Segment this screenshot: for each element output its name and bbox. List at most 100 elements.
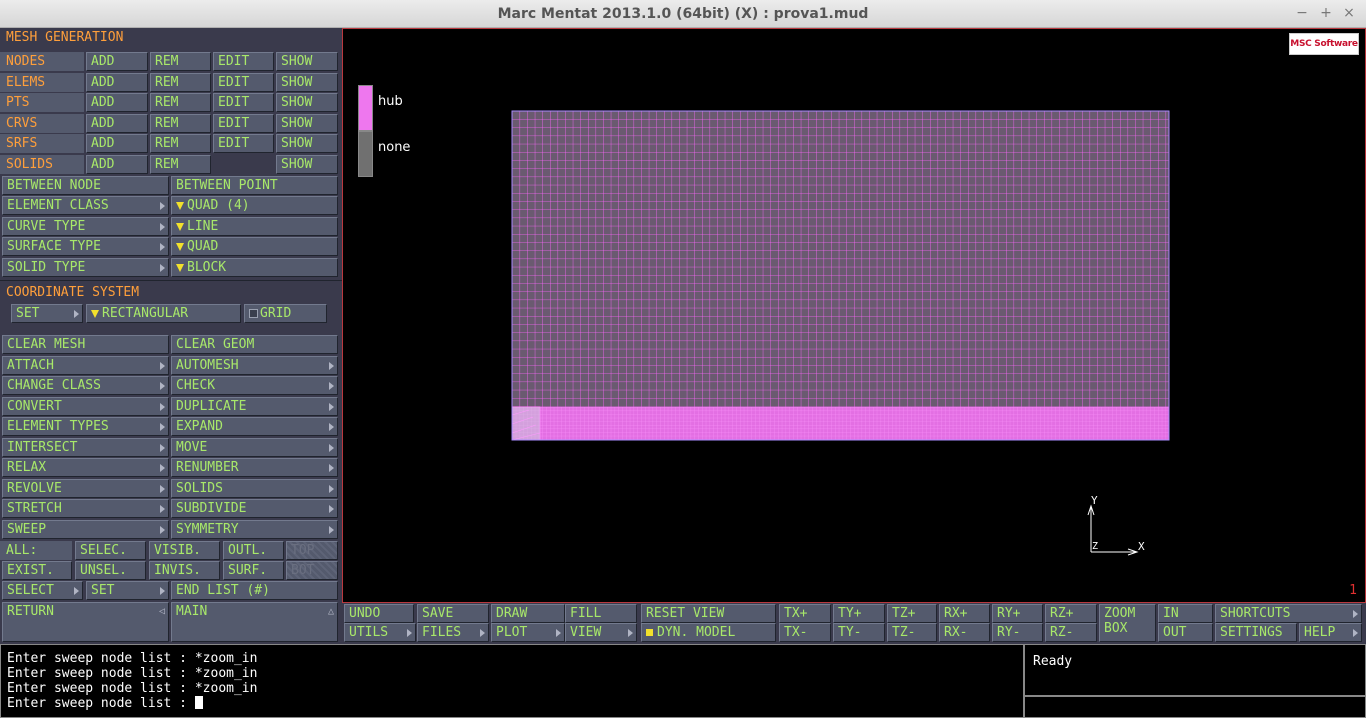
solids-rem-button[interactable]: REM bbox=[150, 155, 211, 174]
plot-button[interactable]: PLOT bbox=[491, 623, 565, 642]
all-visib-button[interactable]: VISIB. bbox=[149, 541, 220, 560]
zoom-box-button[interactable]: ZOOM BOX bbox=[1099, 604, 1156, 642]
files-button[interactable]: FILES bbox=[417, 623, 489, 642]
all-invis-button[interactable]: INVIS. bbox=[149, 561, 220, 580]
all-outl-button[interactable]: OUTL. bbox=[223, 541, 284, 560]
main-button[interactable]: MAIN △ bbox=[171, 602, 338, 642]
crvs-add-button[interactable]: ADD bbox=[86, 114, 148, 133]
between-point-button[interactable]: BETWEEN POINT bbox=[171, 176, 338, 195]
rz-minus-button[interactable]: RZ- bbox=[1045, 623, 1097, 642]
draw-button[interactable]: DRAW bbox=[491, 604, 565, 623]
set-button[interactable]: SET bbox=[86, 581, 169, 600]
crvs-show-button[interactable]: SHOW bbox=[276, 114, 338, 133]
element-class-dropdown[interactable]: QUAD (4) bbox=[171, 196, 338, 215]
ry-plus-button[interactable]: RY+ bbox=[992, 604, 1043, 623]
between-node-button[interactable]: BETWEEN NODE bbox=[2, 176, 169, 195]
solid-type-dropdown[interactable]: BLOCK bbox=[171, 258, 338, 277]
all-unsel-button[interactable]: UNSEL. bbox=[75, 561, 146, 580]
command-input[interactable]: Enter sweep node list : bbox=[7, 696, 1017, 711]
pts-show-button[interactable]: SHOW bbox=[276, 93, 338, 112]
all-surf-button[interactable]: SURF. bbox=[223, 561, 284, 580]
help-button[interactable]: HELP bbox=[1299, 623, 1362, 642]
surface-type-button[interactable]: SURFACE TYPE bbox=[2, 237, 169, 256]
tx-plus-button[interactable]: TX+ bbox=[779, 604, 831, 623]
coord-set-button[interactable]: SET bbox=[11, 304, 83, 323]
select-button[interactable]: SELECT bbox=[2, 581, 83, 600]
srfs-show-button[interactable]: SHOW bbox=[276, 134, 338, 153]
crvs-rem-button[interactable]: REM bbox=[150, 114, 211, 133]
tx-minus-button[interactable]: TX- bbox=[779, 623, 831, 642]
ry-minus-button[interactable]: RY- bbox=[992, 623, 1043, 642]
curve-type-dropdown[interactable]: LINE bbox=[171, 217, 338, 236]
return-button[interactable]: RETURN ◁ bbox=[2, 602, 169, 642]
pts-rem-button[interactable]: REM bbox=[150, 93, 211, 112]
solids-add-button[interactable]: ADD bbox=[86, 155, 148, 174]
surface-type-dropdown[interactable]: QUAD bbox=[171, 237, 338, 256]
elems-edit-button[interactable]: EDIT bbox=[213, 73, 274, 92]
subdivide-button[interactable]: SUBDIVIDE bbox=[171, 499, 338, 518]
revolve-button[interactable]: REVOLVE bbox=[2, 479, 169, 498]
fill-button[interactable]: FILL bbox=[565, 604, 637, 623]
srfs-edit-button[interactable]: EDIT bbox=[213, 134, 274, 153]
zoom-in-button[interactable]: IN bbox=[1158, 604, 1213, 623]
srfs-rem-button[interactable]: REM bbox=[150, 134, 211, 153]
graphics-viewport[interactable]: hub none MSC Software Y X Z 1 bbox=[342, 28, 1366, 603]
undo-button[interactable]: UNDO bbox=[344, 604, 414, 623]
convert-button[interactable]: CONVERT bbox=[2, 397, 169, 416]
tz-minus-button[interactable]: TZ- bbox=[887, 623, 937, 642]
save-button[interactable]: SAVE bbox=[417, 604, 489, 623]
nodes-edit-button[interactable]: EDIT bbox=[213, 52, 274, 71]
curve-type-button[interactable]: CURVE TYPE bbox=[2, 217, 169, 236]
utils-button[interactable]: UTILS bbox=[344, 623, 416, 642]
element-class-button[interactable]: ELEMENT CLASS bbox=[2, 196, 169, 215]
coord-grid-toggle[interactable]: GRID bbox=[244, 304, 327, 323]
clear-mesh-button[interactable]: CLEAR MESH bbox=[2, 335, 169, 354]
close-icon[interactable]: × bbox=[1342, 5, 1356, 21]
nodes-add-button[interactable]: ADD bbox=[86, 52, 148, 71]
shortcuts-button[interactable]: SHORTCUTS bbox=[1215, 604, 1362, 623]
expand-button[interactable]: EXPAND bbox=[171, 417, 338, 436]
command-console[interactable]: Enter sweep node list : *zoom_in Enter sw… bbox=[0, 644, 1024, 718]
end-list-button[interactable]: END LIST (#) bbox=[171, 581, 338, 600]
change-class-button[interactable]: CHANGE CLASS bbox=[2, 376, 169, 395]
elems-add-button[interactable]: ADD bbox=[86, 73, 148, 92]
all-selec-button[interactable]: SELEC. bbox=[75, 541, 146, 560]
nodes-show-button[interactable]: SHOW bbox=[276, 52, 338, 71]
solid-type-button[interactable]: SOLID TYPE bbox=[2, 258, 169, 277]
rx-plus-button[interactable]: RX+ bbox=[939, 604, 990, 623]
zoom-out-button[interactable]: OUT bbox=[1158, 623, 1213, 642]
duplicate-button[interactable]: DUPLICATE bbox=[171, 397, 338, 416]
check-button[interactable]: CHECK bbox=[171, 376, 338, 395]
solids-button[interactable]: SOLIDS bbox=[171, 479, 338, 498]
minimize-icon[interactable]: − bbox=[1295, 5, 1309, 21]
nodes-rem-button[interactable]: REM bbox=[150, 52, 211, 71]
tz-plus-button[interactable]: TZ+ bbox=[887, 604, 937, 623]
reset-view-button[interactable]: RESET VIEW bbox=[641, 604, 776, 623]
crvs-edit-button[interactable]: EDIT bbox=[213, 114, 274, 133]
move-button[interactable]: MOVE bbox=[171, 438, 338, 457]
relax-button[interactable]: RELAX bbox=[2, 458, 169, 477]
rz-plus-button[interactable]: RZ+ bbox=[1045, 604, 1097, 623]
sweep-button[interactable]: SWEEP bbox=[2, 520, 169, 539]
element-types-button[interactable]: ELEMENT TYPES bbox=[2, 417, 169, 436]
dyn-model-toggle[interactable]: DYN. MODEL bbox=[641, 623, 776, 642]
solids-show-button[interactable]: SHOW bbox=[276, 155, 338, 174]
stretch-button[interactable]: STRETCH bbox=[2, 499, 169, 518]
automesh-button[interactable]: AUTOMESH bbox=[171, 356, 338, 375]
view-button[interactable]: VIEW bbox=[565, 623, 637, 642]
pts-edit-button[interactable]: EDIT bbox=[213, 93, 274, 112]
symmetry-button[interactable]: SYMMETRY bbox=[171, 520, 338, 539]
ty-minus-button[interactable]: TY- bbox=[833, 623, 885, 642]
all-exist-button[interactable]: EXIST. bbox=[2, 561, 72, 580]
ty-plus-button[interactable]: TY+ bbox=[833, 604, 885, 623]
maximize-icon[interactable]: + bbox=[1319, 5, 1333, 21]
pts-add-button[interactable]: ADD bbox=[86, 93, 148, 112]
elems-show-button[interactable]: SHOW bbox=[276, 73, 338, 92]
rx-minus-button[interactable]: RX- bbox=[939, 623, 990, 642]
clear-geom-button[interactable]: CLEAR GEOM bbox=[171, 335, 338, 354]
elems-rem-button[interactable]: REM bbox=[150, 73, 211, 92]
srfs-add-button[interactable]: ADD bbox=[86, 134, 148, 153]
settings-button[interactable]: SETTINGS bbox=[1215, 623, 1297, 642]
renumber-button[interactable]: RENUMBER bbox=[171, 458, 338, 477]
attach-button[interactable]: ATTACH bbox=[2, 356, 169, 375]
